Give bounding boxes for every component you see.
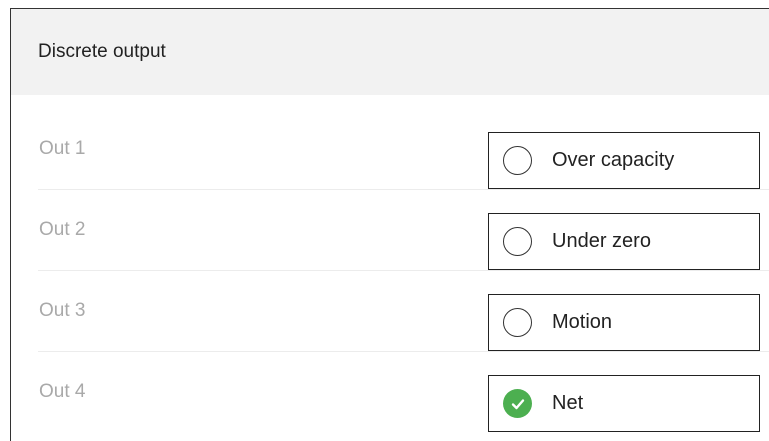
output-row-4: Out 4 Net <box>38 352 769 432</box>
output-label: Out 3 <box>39 300 86 321</box>
output-status-text: Under zero <box>552 230 651 252</box>
output-label: Out 4 <box>39 381 86 402</box>
output-list: Out 1 Over capacity Out 2 Under zero Out… <box>38 109 769 432</box>
circle-outline-icon <box>503 227 532 256</box>
check-circle-icon <box>503 389 532 418</box>
output-status-3[interactable]: Motion <box>488 294 760 351</box>
output-status-4[interactable]: Net <box>488 375 760 432</box>
output-row-2: Out 2 Under zero <box>38 190 769 271</box>
output-status-text: Over capacity <box>552 149 675 171</box>
circle-outline-icon <box>503 308 532 337</box>
output-status-text: Motion <box>552 311 613 333</box>
panel-title: Discrete output <box>38 41 166 62</box>
output-status-text: Net <box>552 392 584 414</box>
output-status-2[interactable]: Under zero <box>488 213 760 270</box>
panel-header: Discrete output <box>11 9 769 95</box>
output-label: Out 2 <box>39 219 86 240</box>
circle-outline-icon <box>503 146 532 175</box>
discrete-output-panel: Discrete output Out 1 Over capacity Out … <box>10 8 769 441</box>
checkmark-icon <box>511 398 524 409</box>
output-row-1: Out 1 Over capacity <box>38 109 769 190</box>
output-row-3: Out 3 Motion <box>38 271 769 352</box>
output-status-1[interactable]: Over capacity <box>488 132 760 189</box>
output-label: Out 1 <box>39 138 86 159</box>
